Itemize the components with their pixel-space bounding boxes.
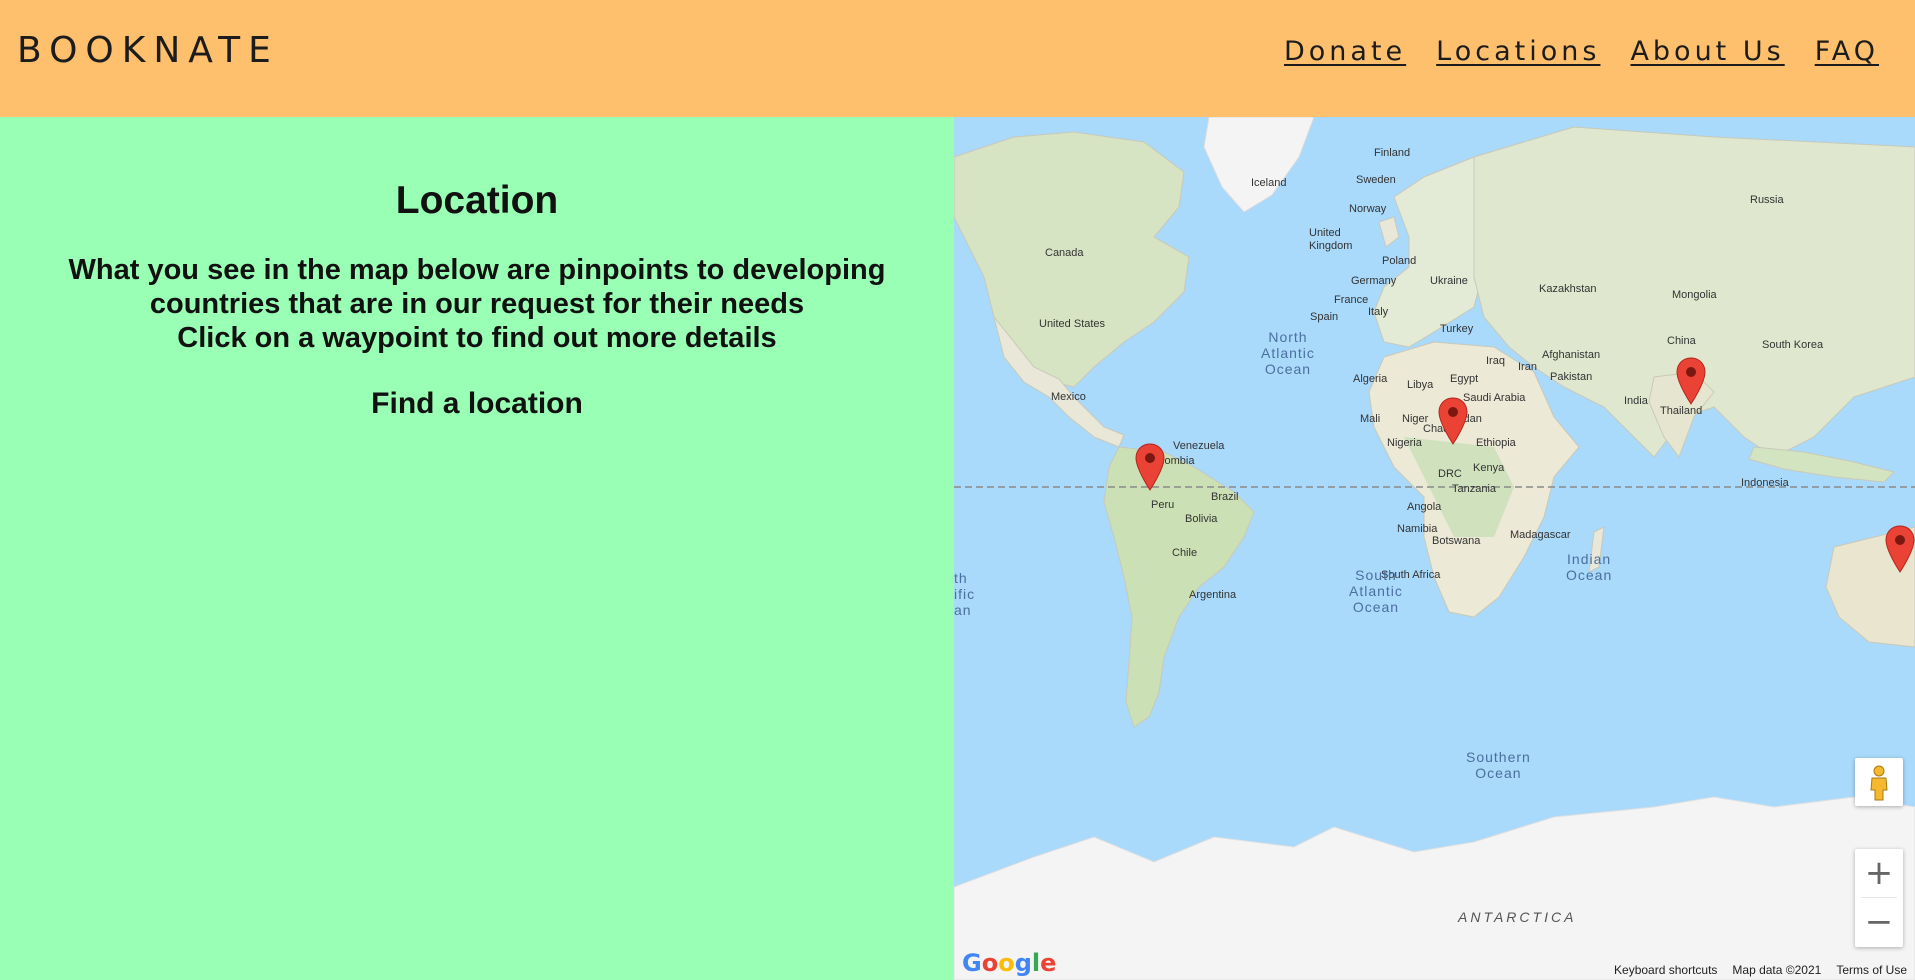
map-label-saudi-arabia: Saudi Arabia [1463,392,1526,404]
map-pin-india[interactable] [1676,357,1706,405]
map-label-italy: Italy [1368,306,1389,318]
map-label-spain: Spain [1310,311,1339,323]
map-label-bolivia: Bolivia [1185,513,1218,525]
find-location-heading: Find a location [371,387,583,420]
map-label-kenya: Kenya [1473,462,1505,474]
google-logo[interactable]: Google [962,949,1056,977]
map-label-uk: United Kingdom [1309,227,1353,252]
map-label-norway: Norway [1349,203,1387,215]
location-description: What you see in the map below are pinpoi… [0,253,954,355]
map-label-china: China [1667,335,1696,347]
map-label-chile: Chile [1172,547,1198,559]
map-footer: Keyboard shortcuts Map data ©2021 Terms … [1606,961,1915,980]
map-label-pakistan: Pakistan [1550,371,1593,383]
map-label-egypt: Egypt [1450,373,1479,385]
site-logo[interactable]: BOOKNATE [17,30,279,71]
map-label-ukraine: Ukraine [1430,275,1468,287]
page-title: Location [395,179,559,222]
map-label-botswana: Botswana [1432,535,1481,547]
map-pin-colombia[interactable] [1135,443,1165,491]
map-land-shapes [954,117,1915,980]
header: BOOKNATE Donate Locations About Us FAQ [0,0,1915,117]
map-label-france: France [1334,294,1369,306]
world-map[interactable]: Finland Sweden Russia Norway Canada Unit… [954,117,1915,980]
ocean-label-southern: Southern Ocean [1466,749,1531,781]
map-label-finland: Finland [1374,147,1411,159]
map-label-indonesia: Indonesia [1741,477,1789,489]
keyboard-shortcuts-link[interactable]: Keyboard shortcuts [1614,963,1717,977]
map-label-antarctica: ANTARCTICA [1458,909,1577,925]
map-label-libya: Libya [1407,379,1434,391]
description-line-2: countries that are in our request for th… [149,288,805,320]
map-label-algeria: Algeria [1353,373,1388,385]
map-label-mongolia: Mongolia [1672,289,1717,301]
nav-faq-link[interactable]: FAQ [1815,36,1879,67]
ocean-label-south-pacific-partial: th ific an [954,570,976,618]
map-label-germany: Germany [1351,275,1397,287]
map-label-nigeria: Nigeria [1387,437,1422,449]
nav-donate-link[interactable]: Donate [1284,36,1406,67]
map-label-afghanistan: Afghanistan [1542,349,1601,361]
street-view-pegman-button[interactable] [1855,758,1903,806]
description-line-1: What you see in the map below are pinpoi… [68,254,886,286]
map-label-venezuela: Venezuela [1173,440,1225,452]
map-label-iraq: Iraq [1486,355,1505,367]
map-label-india: India [1624,395,1648,407]
map-label-iran: Iran [1518,361,1537,373]
map-data-attribution: Map data ©2021 [1732,963,1822,977]
main-nav: Donate Locations About Us FAQ [1284,36,1879,67]
map-label-tanzania: Tanzania [1452,483,1497,495]
ocean-label-north-atlantic: North Atlantic Ocean [1261,329,1315,377]
nav-about-link[interactable]: About Us [1630,36,1784,67]
map-label-namibia: Namibia [1397,523,1438,535]
nav-locations-link[interactable]: Locations [1436,36,1600,67]
map-label-poland: Poland [1382,255,1417,267]
description-line-3: Click on a waypoint to find out more det… [177,322,777,354]
ocean-label-indian: Indian Ocean [1566,551,1613,583]
zoom-out-button[interactable]: − [1855,898,1903,946]
map-label-russia: Russia [1750,194,1784,206]
map-label-kazakhstan: Kazakhstan [1539,283,1597,295]
map-label-turkey: Turkey [1440,323,1474,335]
ocean-label-south-atlantic: South Atlantic Ocean [1349,567,1403,615]
map-label-thailand: Thailand [1660,405,1703,417]
map-label-drc: DRC [1438,468,1462,480]
map-label-madagascar: Madagascar [1510,529,1571,541]
location-panel: Location What you see in the map below a… [0,117,954,980]
map-label-argentina: Argentina [1189,589,1237,601]
map-label-ethiopia: Ethiopia [1476,437,1516,449]
map-label-united-states: United States [1039,318,1106,330]
pegman-icon [1870,765,1888,801]
map-pin-chad[interactable] [1438,397,1468,445]
zoom-in-button[interactable]: + [1855,849,1903,897]
map-label-brazil: Brazil [1211,491,1239,503]
map-label-mexico: Mexico [1051,391,1086,403]
map-label-peru: Peru [1151,499,1175,511]
map-label-mali: Mali [1360,413,1381,425]
map-label-iceland-visible: Iceland [1251,177,1287,189]
terms-of-use-link[interactable]: Terms of Use [1836,963,1907,977]
zoom-controls: + − [1855,849,1903,947]
map-label-south-korea: South Korea [1762,339,1824,351]
map-label-canada: Canada [1045,247,1084,259]
map-label-sweden: Sweden [1356,174,1396,186]
map-label-angola: Angola [1407,501,1442,513]
map-pin-australia[interactable] [1885,525,1915,573]
